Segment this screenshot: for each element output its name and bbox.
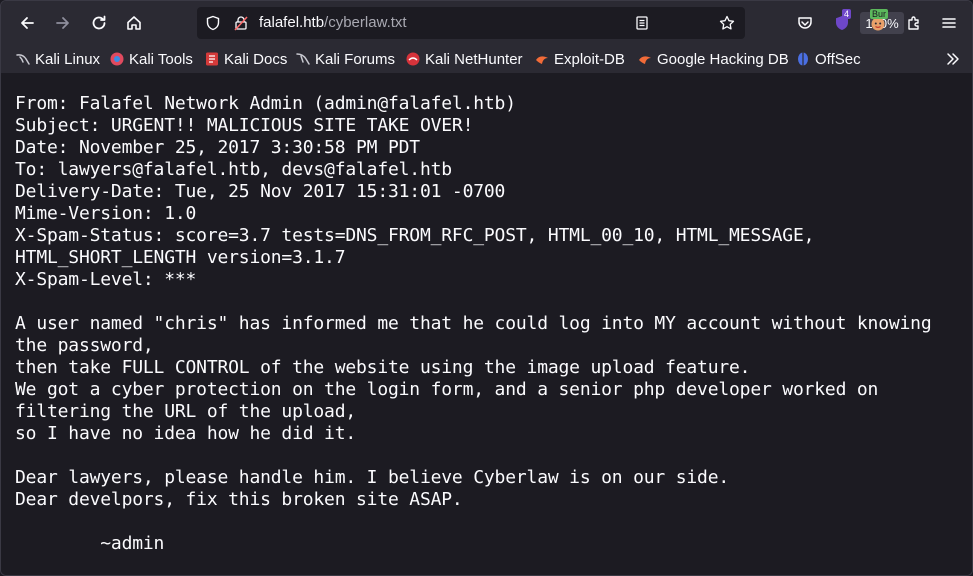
insecure-lock-icon[interactable]: [233, 15, 249, 31]
ghdb-icon: [639, 56, 651, 64]
reader-view-icon[interactable]: [634, 15, 650, 31]
ublock-count-badge: 4: [842, 9, 852, 19]
page-content: From: Falafel Network Admin (admin@falaf…: [1, 73, 972, 575]
burp-badge: Bur: [870, 9, 889, 19]
browser-window: falafel.htb/cyberlaw.txt 150% 4 Bur Kali…: [0, 0, 973, 576]
address-bar[interactable]: falafel.htb/cyberlaw.txt 150%: [197, 7, 904, 39]
bookmark-google-hacking-db[interactable]: Google Hacking DB: [637, 49, 789, 69]
kali-forums-icon: [296, 53, 310, 65]
bookmark-label: OffSec: [815, 50, 861, 68]
bookmark-label: Kali Docs: [224, 50, 288, 68]
exploit-db-icon: [536, 56, 548, 64]
pocket-button[interactable]: [791, 9, 819, 37]
url-text[interactable]: falafel.htb/cyberlaw.txt: [259, 14, 407, 31]
home-icon: [127, 16, 141, 30]
kali-docs-icon: [206, 52, 218, 66]
bookmark-kali-linux[interactable]: Kali Linux: [15, 49, 100, 69]
shield-icon[interactable]: [205, 15, 221, 31]
bookmark-label: Kali Forums: [315, 50, 396, 68]
navigation-toolbar: falafel.htb/cyberlaw.txt 150% 4 Bur: [1, 1, 972, 45]
bookmark-kali-tools[interactable]: Kali Tools: [109, 49, 193, 69]
extensions-button[interactable]: [900, 9, 928, 37]
ublock-extension-button[interactable]: 4: [828, 9, 856, 37]
kali-dragon-icon: [16, 54, 30, 65]
hamburger-menu-icon: [942, 18, 956, 28]
pocket-icon: [798, 17, 812, 29]
nethunter-icon: [406, 52, 420, 66]
forward-arrow-icon: [56, 17, 69, 29]
bookmark-label: Google Hacking DB: [657, 50, 789, 68]
back-arrow-icon: [21, 17, 34, 29]
burp-extension-button[interactable]: Bur: [864, 9, 892, 37]
bookmark-kali-nethunter[interactable]: Kali NetHunter: [405, 49, 523, 69]
reload-button[interactable]: [85, 9, 113, 37]
bookmarks-overflow-button[interactable]: [945, 49, 965, 69]
reload-icon: [92, 15, 106, 30]
home-button[interactable]: [120, 9, 148, 37]
app-menu-button[interactable]: [935, 9, 963, 37]
bookmark-star-icon[interactable]: [719, 15, 735, 31]
email-text: From: Falafel Network Admin (admin@falaf…: [15, 93, 932, 554]
bookmark-kali-docs[interactable]: Kali Docs: [204, 49, 287, 69]
bookmarks-toolbar: Kali Linux Kali Tools Kali Docs Kali For…: [1, 45, 972, 73]
bookmark-kali-forums[interactable]: Kali Forums: [295, 49, 395, 69]
offsec-icon: [798, 52, 808, 66]
puzzle-icon: [908, 16, 919, 30]
chevron-double-right-icon: [947, 53, 959, 65]
bookmark-exploit-db[interactable]: Exploit-DB: [534, 49, 625, 69]
bookmark-offsec[interactable]: OffSec: [795, 49, 861, 69]
back-button[interactable]: [13, 9, 41, 37]
bookmark-label: Kali NetHunter: [425, 50, 523, 68]
url-path: /cyberlaw.txt: [324, 14, 407, 31]
forward-button[interactable]: [49, 9, 77, 37]
url-host: falafel.htb: [259, 14, 325, 31]
bookmark-label: Kali Tools: [129, 50, 193, 68]
bookmark-label: Kali Linux: [35, 50, 101, 68]
bookmark-label: Exploit-DB: [554, 50, 625, 68]
kali-tools-icon: [110, 52, 124, 66]
